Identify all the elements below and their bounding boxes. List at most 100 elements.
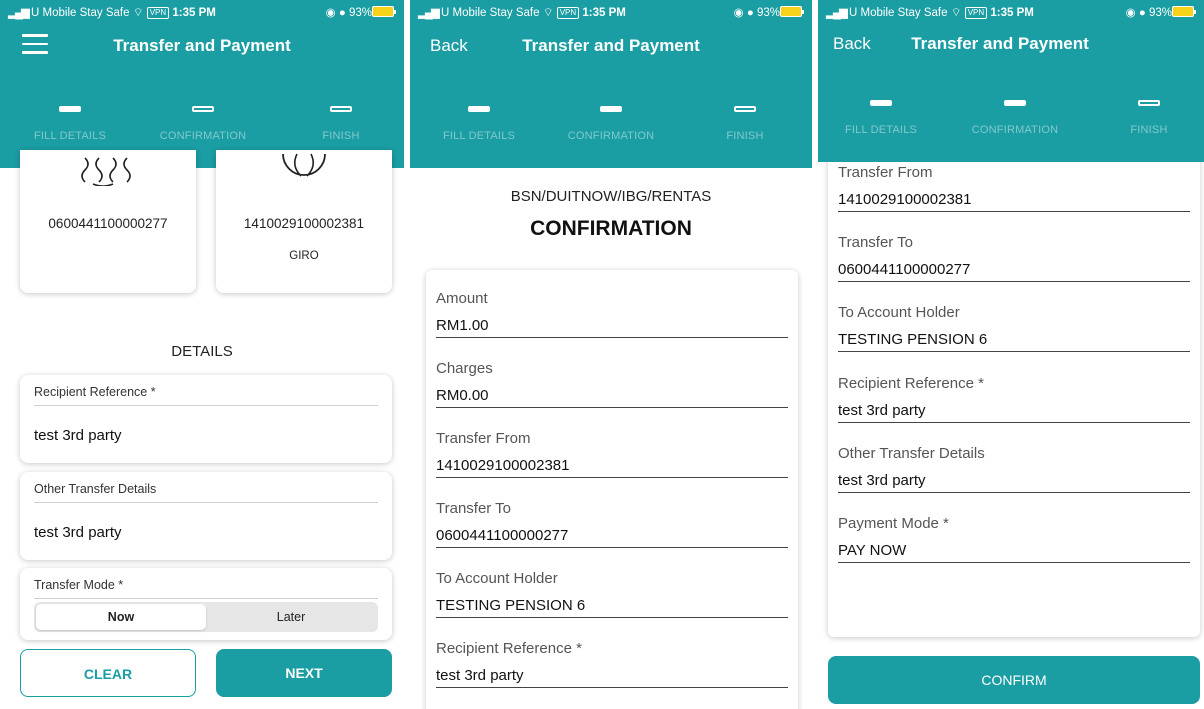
step-label: FILL DETAILS xyxy=(33,130,107,142)
row-value: RM0.00 xyxy=(436,387,788,408)
field-divider xyxy=(34,405,378,406)
row-label: Charges xyxy=(436,360,493,377)
recipient-reference-input[interactable]: test 3rd party xyxy=(34,427,122,444)
wifi-icon: ⌔ xyxy=(542,7,554,19)
status-bar: ▂▄▆ U Mobile Stay Safe ⌔ VPN 1:35 PM ◉ ●… xyxy=(0,0,404,24)
step-label: FINISH xyxy=(322,130,360,142)
status-time: 1:35 PM xyxy=(172,7,216,19)
globe-icon xyxy=(282,153,326,177)
account-card-to[interactable]: 0600441100000277 xyxy=(20,150,196,293)
row-value: TESTING PENSION 6 xyxy=(838,331,1190,352)
row-value: 0600441100000277 xyxy=(436,527,788,548)
other-transfer-details-field[interactable]: Other Transfer Details test 3rd party xyxy=(20,472,392,560)
navbar: Back Transfer and Payment xyxy=(410,24,812,68)
transfer-mode-field: Transfer Mode * Now Later xyxy=(20,568,392,640)
screen-finish: Transfer From 1410029100002381 Transfer T… xyxy=(818,0,1204,709)
step-fill-details: FILL DETAILS xyxy=(15,68,125,142)
row-value: RM1.00 xyxy=(436,317,788,338)
step-indicator xyxy=(600,106,622,112)
step-label: CONFIRMATION xyxy=(971,124,1059,136)
wifi-icon: ⌔ xyxy=(132,7,144,19)
page-title: Transfer and Payment xyxy=(522,36,700,55)
transfer-from-row: Transfer From 1410029100002381 xyxy=(436,430,788,478)
details-heading: DETAILS xyxy=(171,343,233,360)
alarm-icon: ◉ xyxy=(325,7,336,19)
clear-button[interactable]: CLEAR xyxy=(20,649,196,697)
step-indicator xyxy=(734,106,756,112)
lock-icon: ● xyxy=(1138,7,1146,19)
row-label: To Account Holder xyxy=(838,304,960,321)
finish-details-card: Transfer From 1410029100002381 Transfer T… xyxy=(828,120,1200,637)
step-indicator xyxy=(330,106,352,112)
step-fill-details: FILL DETAILS xyxy=(424,68,534,142)
other-transfer-details-input[interactable]: test 3rd party xyxy=(34,524,122,541)
transfer-mode-later[interactable]: Later xyxy=(206,604,376,630)
row-label: Transfer From xyxy=(838,164,933,181)
account-type: GIRO xyxy=(289,250,319,262)
row-value: 0600441100000277 xyxy=(838,261,1190,282)
step-finish: FINISH xyxy=(690,68,800,142)
alarm-icon: ◉ xyxy=(733,7,744,19)
step-indicator xyxy=(468,106,490,112)
field-label: Other Transfer Details xyxy=(34,482,157,496)
battery-percent: 93% xyxy=(756,7,780,19)
lock-icon: ● xyxy=(338,7,346,19)
step-indicator xyxy=(192,106,214,112)
step-label: CONFIRMATION xyxy=(159,130,247,142)
row-label: Payment Mode * xyxy=(838,515,949,532)
progress-stepper: FILL DETAILS CONFIRMATION FINISH xyxy=(410,68,812,168)
row-label: Recipient Reference * xyxy=(436,640,582,657)
confirm-button[interactable]: CONFIRM xyxy=(828,656,1200,704)
recipient-reference-field[interactable]: Recipient Reference * test 3rd party xyxy=(20,375,392,463)
screen-fill-details: ▂▄▆ U Mobile Stay Safe ⌔ VPN 1:35 PM ◉ ●… xyxy=(0,0,404,709)
step-indicator xyxy=(1004,100,1026,106)
amount-row: Amount RM1.00 xyxy=(436,290,788,338)
transfer-to-row: Transfer To 0600441100000277 xyxy=(436,500,788,548)
row-label: Transfer To xyxy=(436,500,512,517)
step-fill-details: FILL DETAILS xyxy=(826,62,936,136)
row-label: Amount xyxy=(436,290,488,307)
transfer-mode-now[interactable]: Now xyxy=(36,604,206,630)
transfer-route: BSN/DUITNOW/IBG/RENTAS xyxy=(510,188,712,205)
other-transfer-details-row: Other Transfer Details test 3rd party xyxy=(838,445,1190,493)
progress-stepper: FILL DETAILS CONFIRMATION FINISH xyxy=(818,62,1204,162)
account-holder-row: To Account Holder TESTING PENSION 6 xyxy=(838,304,1190,352)
row-label: Recipient Reference * xyxy=(838,375,984,392)
step-label: CONFIRMATION xyxy=(567,130,655,142)
status-bar: ▂▄▆ U Mobile Stay Safe ⌔ VPN 1:35 PM ◉ ●… xyxy=(818,0,1204,24)
field-label: Recipient Reference * xyxy=(34,385,156,399)
row-value: TESTING PENSION 6 xyxy=(436,597,788,618)
confirmation-details-card: Amount RM1.00 Charges RM0.00 Transfer From… xyxy=(426,270,798,709)
transfer-to-row: Transfer To 0600441100000277 xyxy=(838,234,1190,282)
transfer-mode-segmented-control: Now Later xyxy=(34,602,378,632)
row-value: test 3rd party xyxy=(838,402,1190,423)
navbar: Transfer and Payment xyxy=(0,24,404,68)
carrier-name: U Mobile Stay Safe xyxy=(31,7,130,19)
row-label: Other Transfer Details xyxy=(838,445,985,462)
account-number: 1410029100002381 xyxy=(243,216,365,231)
step-finish: FINISH xyxy=(286,68,396,142)
confirmation-heading: CONFIRMATION xyxy=(530,217,692,240)
vpn-badge: VPN xyxy=(146,7,170,19)
field-divider xyxy=(34,598,378,599)
battery-percent: 93% xyxy=(348,7,372,19)
row-value: PAY NOW xyxy=(838,542,1190,563)
account-card-from[interactable]: 1410029100002381 GIRO xyxy=(216,150,392,293)
step-confirmation: CONFIRMATION xyxy=(556,68,666,142)
recipient-reference-row: Recipient Reference * test 3rd party xyxy=(838,375,1190,423)
step-finish: FINISH xyxy=(1094,62,1204,136)
account-holder-row: To Account Holder TESTING PENSION 6 xyxy=(436,570,788,618)
signal-icon: ▂▄▆ xyxy=(418,7,440,19)
account-number: 0600441100000277 xyxy=(48,216,168,231)
page-title: Transfer and Payment xyxy=(113,36,291,55)
payment-mode-row: Payment Mode * PAY NOW xyxy=(838,515,1190,563)
field-divider xyxy=(34,502,378,503)
field-label: Transfer Mode * xyxy=(34,578,124,592)
status-bar: ▂▄▆ U Mobile Stay Safe ⌔ VPN 1:35 PM ◉ ●… xyxy=(410,0,812,24)
row-label: Transfer To xyxy=(838,234,914,251)
step-indicator xyxy=(59,106,81,112)
step-label: FINISH xyxy=(726,130,764,142)
vpn-badge: VPN xyxy=(964,7,988,19)
battery-percent: 93% xyxy=(1148,7,1172,19)
next-button[interactable]: NEXT xyxy=(216,649,392,697)
